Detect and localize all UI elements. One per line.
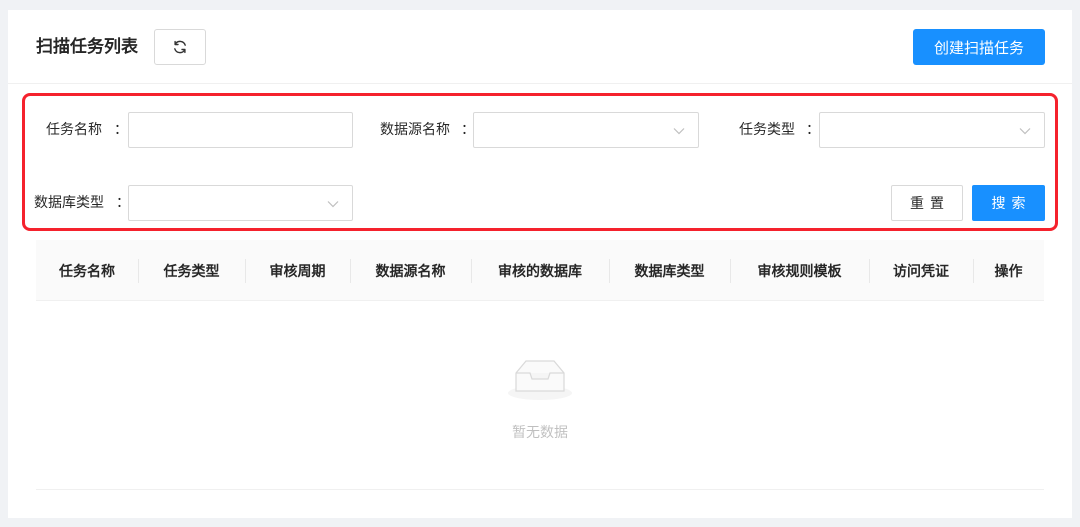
empty-inbox-icon <box>508 360 572 400</box>
table-empty-state: 暂无数据 <box>36 301 1044 490</box>
chevron-down-icon <box>327 201 339 208</box>
search-button[interactable]: 搜索 <box>972 185 1045 221</box>
column-header-datasource-name[interactable]: 数据源名称 <box>350 240 471 301</box>
task-type-colon: ： <box>806 122 820 138</box>
reset-button[interactable]: 重置 <box>891 185 963 221</box>
column-header-actions[interactable]: 操作 <box>973 240 1044 301</box>
db-type-select[interactable] <box>128 185 353 221</box>
task-type-select[interactable] <box>819 112 1045 148</box>
refresh-icon <box>174 40 186 54</box>
db-type-label: 数据库类型 <box>34 195 104 211</box>
column-header-audited-database[interactable]: 审核的数据库 <box>471 240 609 301</box>
table-header: 任务名称 任务类型 审核周期 数据源名称 审核的数据库 数据库类型 审核规则模板… <box>36 240 1044 301</box>
datasource-select[interactable] <box>473 112 699 148</box>
column-header-db-type[interactable]: 数据库类型 <box>609 240 730 301</box>
task-name-colon: ： <box>114 122 128 138</box>
column-header-task-type[interactable]: 任务类型 <box>138 240 245 301</box>
create-scan-task-button[interactable]: 创建扫描任务 <box>913 29 1045 65</box>
column-header-rule-template[interactable]: 审核规则模板 <box>730 240 869 301</box>
scan-task-card: 扫描任务列表 创建扫描任务 任务名称 ： 数据源名称 ： 任务类型 ： 数据库类… <box>8 10 1072 518</box>
empty-text: 暂无数据 <box>512 425 568 441</box>
refresh-button[interactable] <box>154 29 206 65</box>
card-header: 扫描任务列表 创建扫描任务 <box>8 10 1072 84</box>
column-header-task-name[interactable]: 任务名称 <box>36 240 138 301</box>
filter-panel: 任务名称 ： 数据源名称 ： 任务类型 ： 数据库类型 ： 重置 搜索 <box>22 93 1058 231</box>
datasource-label: 数据源名称 <box>380 122 450 138</box>
task-type-label: 任务类型 <box>739 122 795 138</box>
task-name-label: 任务名称 <box>46 122 102 138</box>
column-header-credential[interactable]: 访问凭证 <box>869 240 973 301</box>
page-title: 扫描任务列表 <box>36 37 138 57</box>
chevron-down-icon <box>1019 128 1031 135</box>
chevron-down-icon <box>673 128 685 135</box>
task-name-input[interactable] <box>128 112 353 148</box>
task-table: 任务名称 任务类型 审核周期 数据源名称 审核的数据库 数据库类型 审核规则模板… <box>36 240 1044 500</box>
column-header-audit-cycle[interactable]: 审核周期 <box>245 240 350 301</box>
